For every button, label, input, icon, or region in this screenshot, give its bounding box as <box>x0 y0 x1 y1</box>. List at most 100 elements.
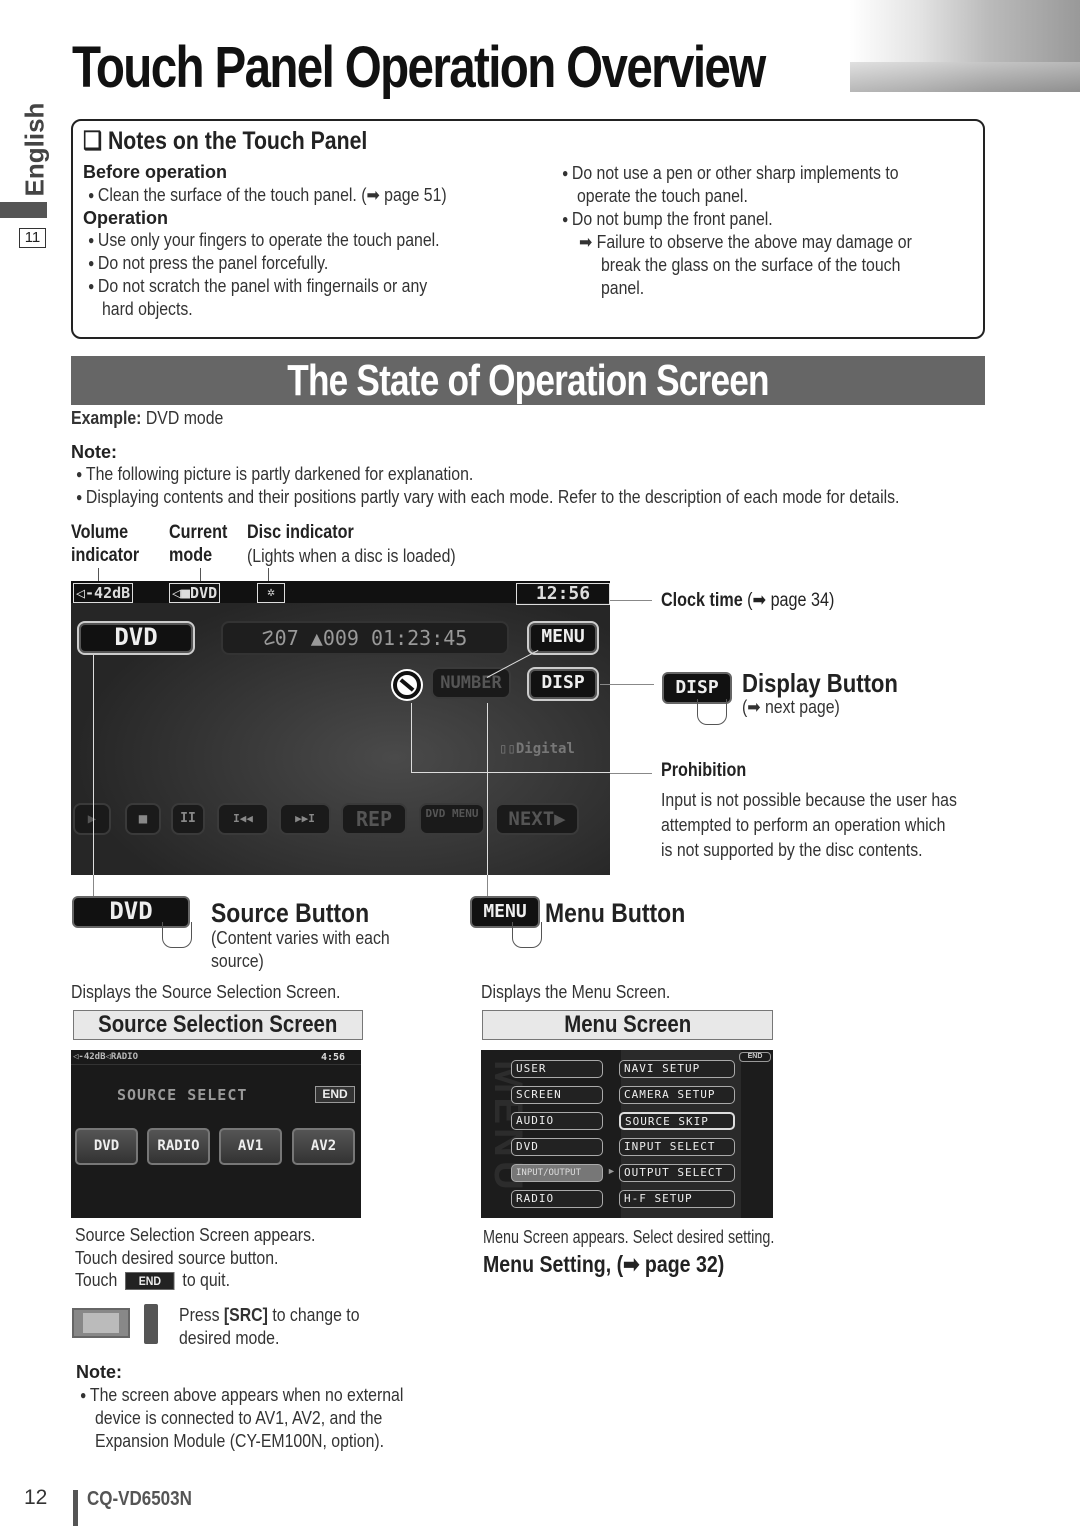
menu-item-radio[interactable]: RADIO <box>511 1190 603 1208</box>
touch-post: to quit. <box>182 1270 230 1290</box>
menu-item-audio[interactable]: AUDIO <box>511 1112 603 1130</box>
play-button[interactable]: ▶ <box>73 803 111 835</box>
source-after-text: Touch desired source button. <box>75 1248 279 1268</box>
end-button[interactable]: END <box>739 1052 771 1062</box>
menu-item-dvd[interactable]: DVD <box>511 1138 603 1156</box>
page-title: Touch Panel Operation Overview <box>72 35 766 100</box>
press-src-line: Press [SRC] to change to <box>179 1304 360 1327</box>
next-button[interactable]: NEXT▶ <box>495 803 579 835</box>
note-line: Expansion Module (CY-EM100N, option). <box>95 1431 385 1451</box>
note-item: Displaying contents and their positions … <box>76 486 900 511</box>
stop-button[interactable]: ■ <box>125 803 161 835</box>
source-callout-line <box>93 655 94 875</box>
repeat-button[interactable]: REP <box>341 803 407 835</box>
clock-time-title: Clock time <box>661 590 743 611</box>
clock-callout-line <box>610 600 652 601</box>
menu-callout-line <box>487 875 488 897</box>
remote-control-icon <box>144 1304 158 1344</box>
menu-description: Displays the Menu Screen. <box>481 982 671 1002</box>
prohibition-icon <box>393 671 421 699</box>
section-number: 11 <box>19 228 46 248</box>
touch-pre: Touch <box>75 1270 118 1290</box>
end-button[interactable]: END <box>315 1086 355 1103</box>
label-line: Current <box>169 522 228 543</box>
display-button-title: Display Button <box>742 668 898 698</box>
touch-end-line: Touch END to quit. <box>75 1269 230 1292</box>
warning-line: panel. <box>601 278 645 298</box>
header-sky-image <box>850 0 1080 92</box>
menu-item-screen[interactable]: SCREEN <box>511 1086 603 1104</box>
note-item: The following picture is partly darkened… <box>76 463 473 488</box>
current-mode-label: Current mode <box>169 521 227 567</box>
note-line: The screen above appears when no externa… <box>80 1384 403 1409</box>
callout-line <box>98 568 99 581</box>
note-item-cont: operate the touch panel. <box>577 186 748 206</box>
menu-item-hf-setup[interactable]: H-F SETUP <box>619 1190 735 1208</box>
menu-after-text: Menu Screen appears. Select desired sett… <box>483 1227 775 1247</box>
head-unit-icon <box>72 1308 130 1338</box>
menu-item-input-output[interactable]: INPUT/OUTPUT <box>511 1164 603 1182</box>
next-track-button[interactable]: ▶▶I <box>279 803 331 835</box>
before-operation-heading: Before operation <box>83 162 228 182</box>
note-item: Do not press the panel forcefully. <box>88 252 328 277</box>
press-pre: Press <box>179 1305 220 1325</box>
current-mode-indicator: ◁■DVD <box>169 583 221 603</box>
divider <box>71 1064 361 1065</box>
source-option-av2[interactable]: AV2 <box>292 1128 355 1165</box>
finger-icon <box>162 922 192 948</box>
menu-screen: MENU END USER SCREEN AUDIO DVD INPUT/OUT… <box>481 1050 773 1218</box>
note-item: Do not bump the front panel. <box>562 208 773 233</box>
press-post: to change to <box>272 1305 360 1325</box>
clock-time-label: Clock time (➡ page 34) <box>661 589 834 612</box>
header-text: Source Selection Screen <box>98 1011 338 1038</box>
source-button[interactable]: DVD <box>77 621 195 655</box>
menu-item-navi-setup[interactable]: NAVI SETUP <box>619 1060 735 1078</box>
example-label: Example: <box>71 408 142 428</box>
page-number: 12 <box>24 1486 48 1509</box>
src-key: [SRC] <box>223 1305 268 1325</box>
source-option-dvd[interactable]: DVD <box>75 1128 138 1165</box>
label-line: indicator <box>71 545 140 566</box>
menu-button-title: Menu Button <box>545 898 686 928</box>
display-callout-line <box>600 684 654 685</box>
selection-arrow-icon: ► <box>607 1166 616 1176</box>
number-button[interactable]: NUMBER <box>431 667 511 699</box>
source-after-text: Source Selection Screen appears. <box>75 1225 316 1245</box>
menu-item-source-skip[interactable]: SOURCE SKIP <box>619 1112 735 1130</box>
menu-item-user[interactable]: USER <box>511 1060 603 1078</box>
language-label: English <box>19 102 50 197</box>
source-selection-header: Source Selection Screen <box>73 1010 363 1040</box>
banner-title: The State of Operation Screen <box>287 356 769 405</box>
source-button-title: Source Button <box>211 898 370 928</box>
clock-time-ref: (➡ page 34) <box>747 590 835 611</box>
dvd-menu-button[interactable]: DVD MENU <box>419 803 485 835</box>
warning-line: break the glass on the surface of the to… <box>601 255 901 275</box>
note-label: Note: <box>76 1362 122 1382</box>
disc-indicator-label: Disc indicator <box>247 522 354 543</box>
callout-line <box>200 568 201 581</box>
operation-heading: Operation <box>83 208 169 228</box>
menu-item-output-select[interactable]: OUTPUT SELECT <box>619 1164 735 1182</box>
menu-item-input-select[interactable]: INPUT SELECT <box>619 1138 735 1156</box>
finger-icon <box>512 922 542 948</box>
previous-button[interactable]: I◀◀ <box>217 803 269 835</box>
volume-indicator-label: Volume indicator <box>71 521 139 567</box>
clock-display: 4:56 <box>321 1052 346 1063</box>
section-banner: The State of Operation Screen <box>71 356 985 405</box>
source-button-note: (Content varies with each <box>211 928 390 948</box>
source-button-note: source) <box>211 951 264 971</box>
source-option-av1[interactable]: AV1 <box>219 1128 282 1165</box>
source-description: Displays the Source Selection Screen. <box>71 982 341 1002</box>
disp-button[interactable]: DISP <box>527 667 599 701</box>
playback-info: ☡07 ▲009 01:23:45 <box>221 621 509 655</box>
menu-callout-line <box>487 703 488 875</box>
callout-line <box>268 568 269 581</box>
menu-item-camera-setup[interactable]: CAMERA SETUP <box>619 1086 735 1104</box>
source-select-heading: SOURCE SELECT <box>117 1086 248 1104</box>
source-callout-line <box>93 875 94 897</box>
pause-button[interactable]: II <box>171 803 205 835</box>
disc-indicator-note: (Lights when a disc is loaded) <box>247 546 456 566</box>
prohibition-text: Input is not possible because the user h… <box>661 790 957 810</box>
source-option-radio[interactable]: RADIO <box>147 1128 210 1165</box>
menu-setting-link[interactable]: Menu Setting, (➡ page 32) <box>483 1251 724 1278</box>
